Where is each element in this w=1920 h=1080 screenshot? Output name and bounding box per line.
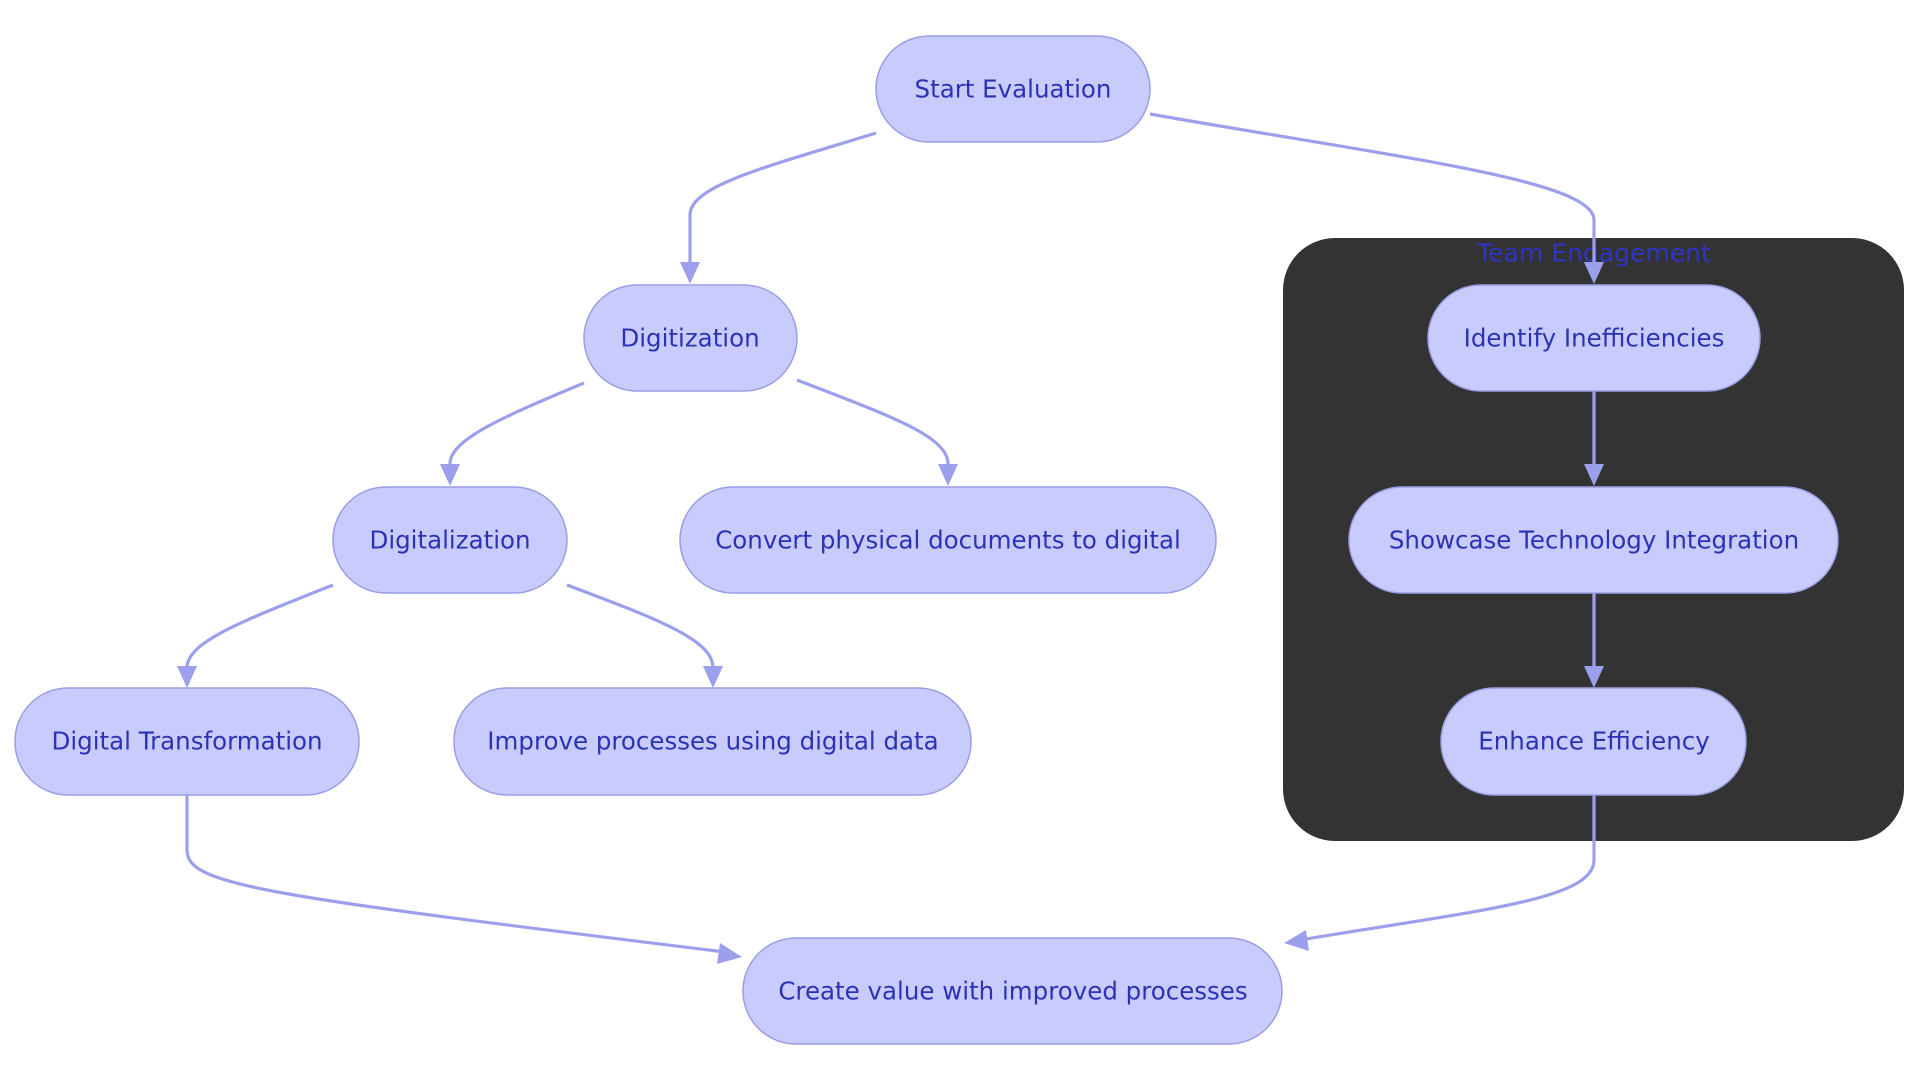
node-digitization[interactable]: Digitization (583, 284, 798, 392)
arrowhead-icon (717, 943, 742, 964)
edge-digitization-to-convert (796, 378, 950, 474)
edge-digitization-to-digitalization (448, 381, 585, 474)
arrowhead-icon (703, 666, 723, 688)
edge-digitalization-to-improve (566, 583, 715, 676)
arrowhead-icon (938, 464, 958, 486)
arrowhead-icon (1284, 930, 1309, 951)
node-label: Digitalization (369, 526, 530, 555)
node-enhance-efficiency[interactable]: Enhance Efficiency (1440, 687, 1747, 796)
arrowhead-icon (680, 262, 700, 284)
edge-digitalization-to-transformation (185, 583, 334, 676)
flowchart-canvas: Team Engagement Start Evaluation Digitiz… (14, 35, 1904, 1045)
node-label: Start Evaluation (915, 75, 1112, 104)
node-start-evaluation[interactable]: Start Evaluation (875, 35, 1151, 143)
node-label: Digital Transformation (51, 727, 322, 756)
node-label: Showcase Technology Integration (1389, 526, 1799, 555)
node-label: Enhance Efficiency (1478, 727, 1709, 756)
node-create-value[interactable]: Create value with improved processes (742, 937, 1283, 1045)
arrowhead-icon (440, 464, 460, 486)
node-convert-documents[interactable]: Convert physical documents to digital (679, 486, 1217, 594)
node-improve-processes[interactable]: Improve processes using digital data (453, 687, 972, 796)
edge-transformation-to-create (185, 795, 726, 954)
edge-start-to-digitization (688, 131, 877, 272)
node-digitalization[interactable]: Digitalization (332, 486, 568, 594)
node-label: Improve processes using digital data (487, 727, 938, 756)
node-label: Identify Inefficiencies (1464, 324, 1725, 353)
node-label: Digitization (620, 324, 759, 353)
node-label: Create value with improved processes (778, 977, 1247, 1006)
node-showcase-technology[interactable]: Showcase Technology Integration (1348, 486, 1839, 594)
node-digital-transformation[interactable]: Digital Transformation (14, 687, 360, 796)
node-label: Convert physical documents to digital (715, 526, 1181, 555)
arrowhead-icon (177, 666, 197, 688)
node-identify-inefficiencies[interactable]: Identify Inefficiencies (1427, 284, 1761, 392)
